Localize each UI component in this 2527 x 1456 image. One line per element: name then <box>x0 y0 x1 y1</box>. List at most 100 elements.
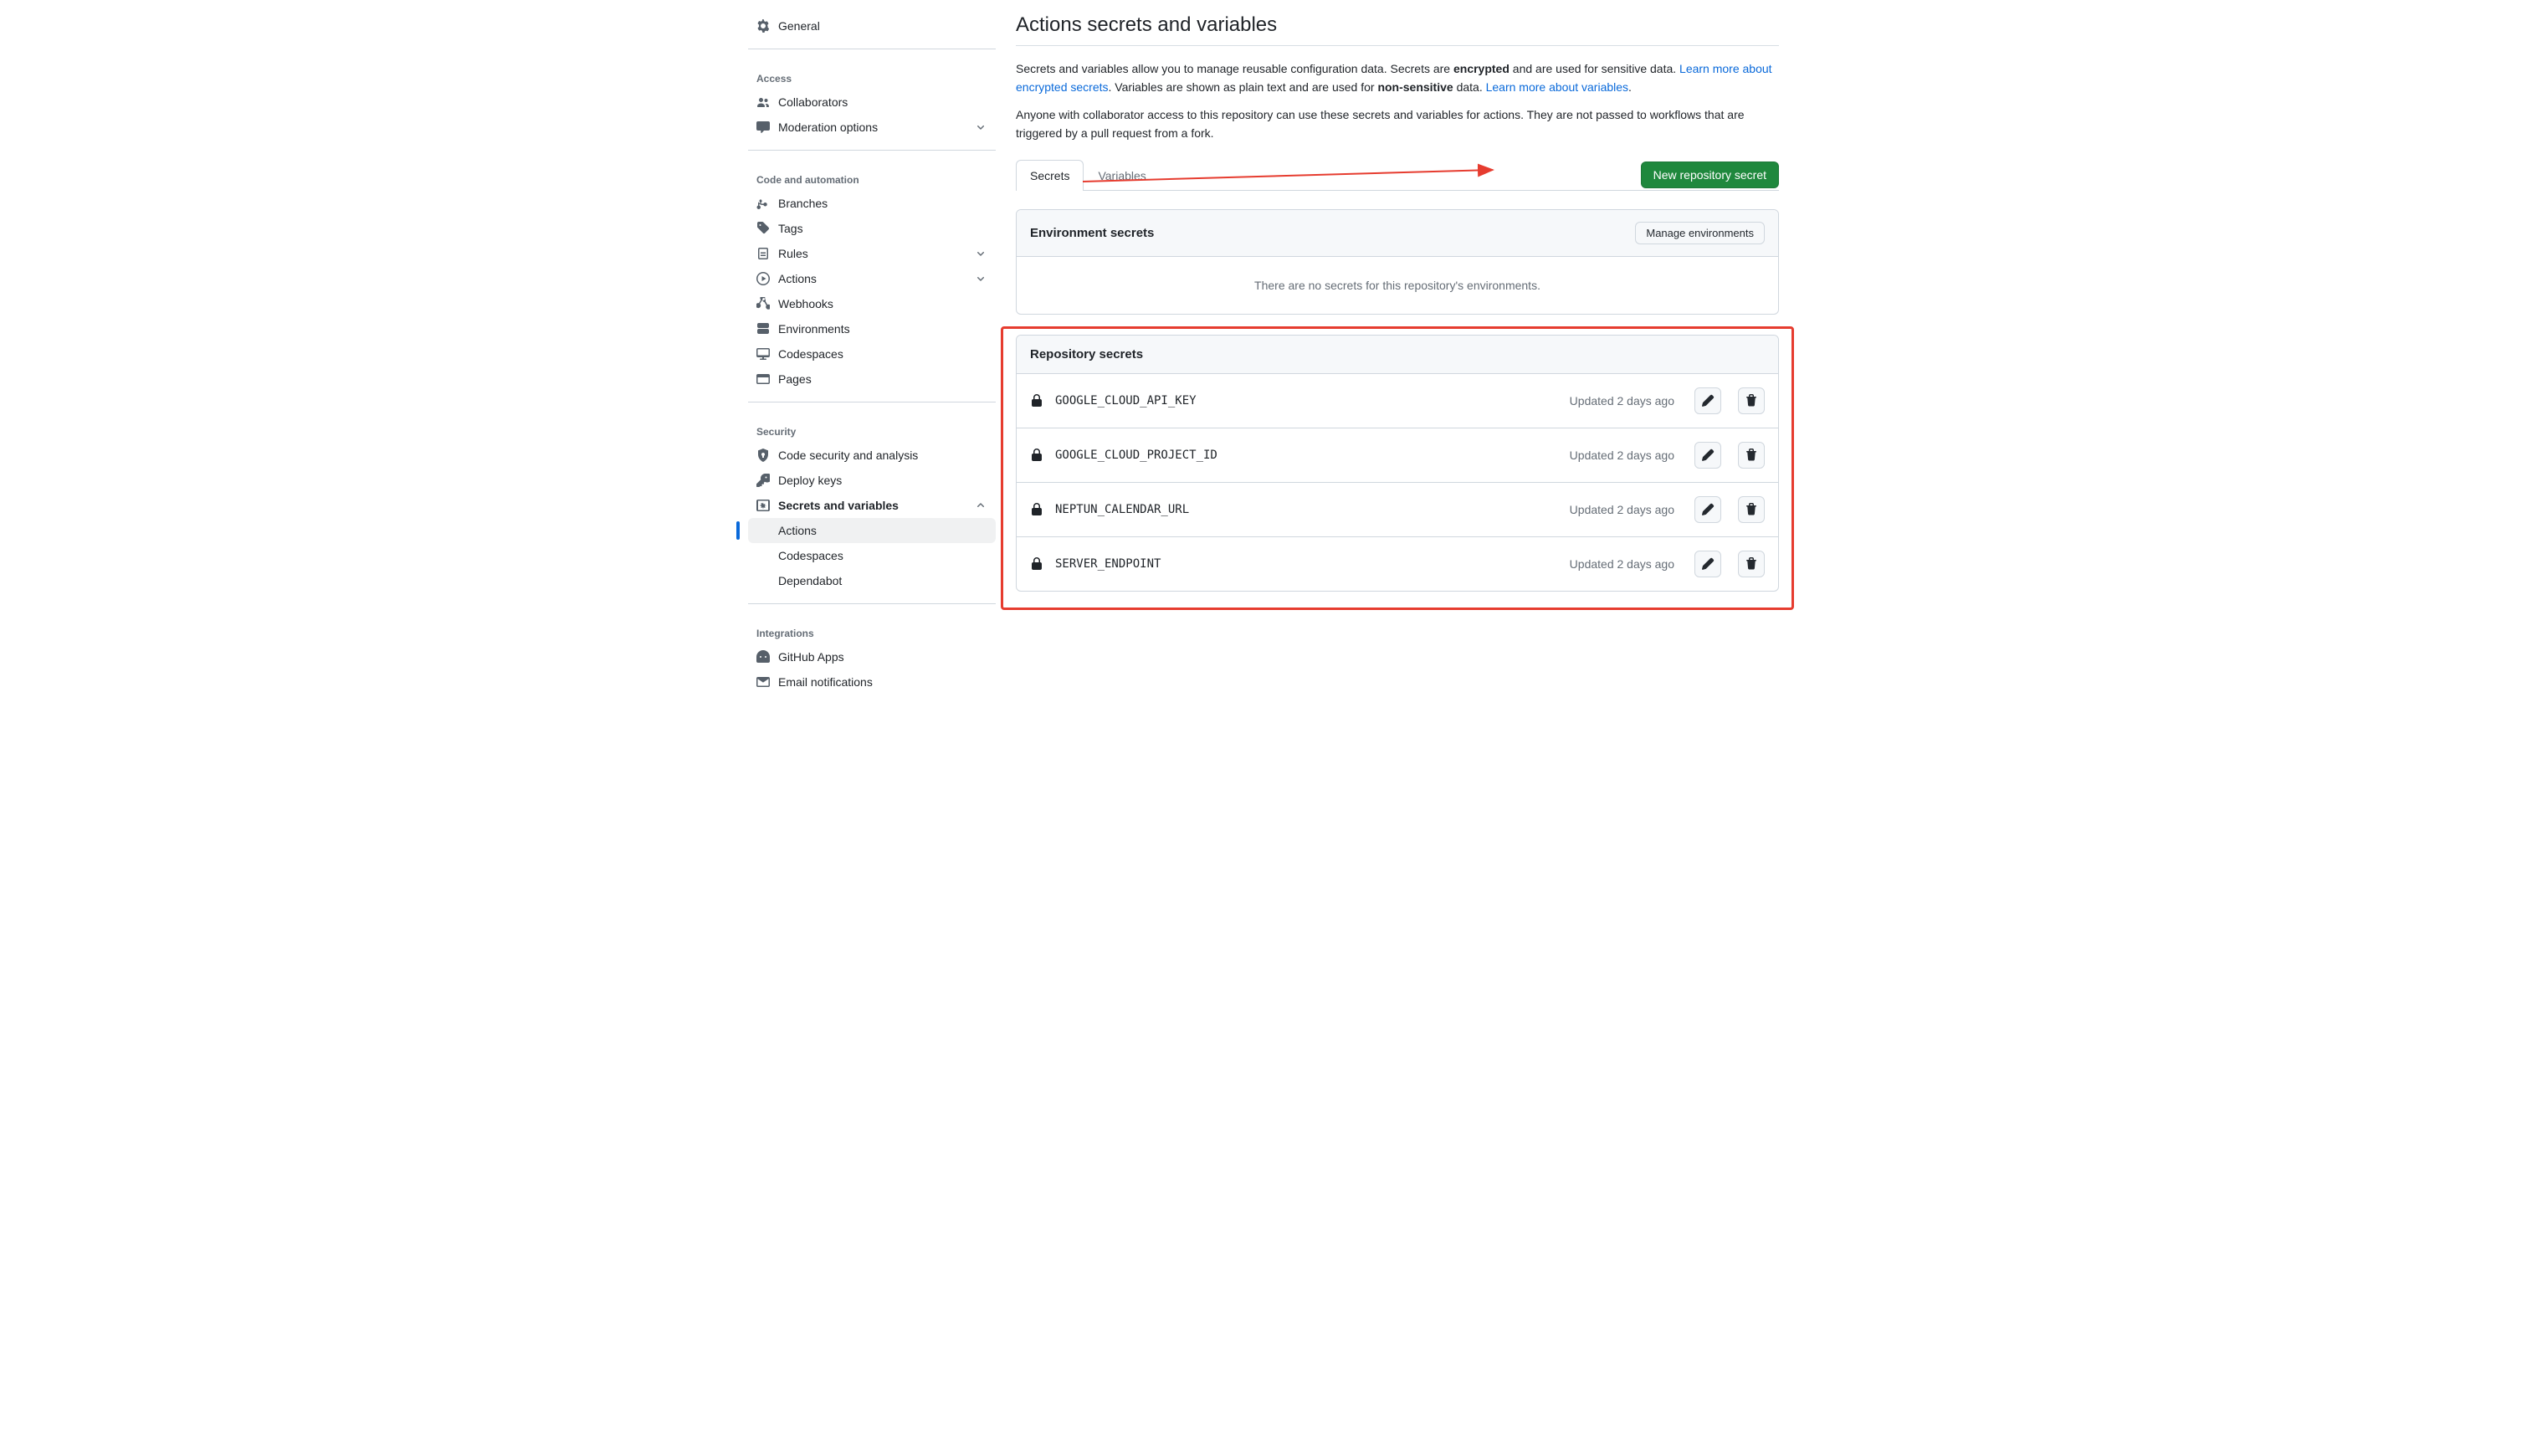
sidebar-group-title: Integrations <box>748 614 996 644</box>
sidebar-item-tags[interactable]: Tags <box>748 216 996 241</box>
edit-secret-button[interactable] <box>1694 496 1721 523</box>
panel-title: Environment secrets <box>1030 226 1154 240</box>
hubot-icon <box>756 650 770 664</box>
secret-updated: Updated 2 days ago <box>1570 503 1674 516</box>
browser-icon <box>756 372 770 386</box>
intro-text: . <box>1628 80 1632 94</box>
sidebar-item-environments[interactable]: Environments <box>748 316 996 341</box>
sidebar-group-title: Access <box>748 59 996 90</box>
sidebar-item-code-security[interactable]: Code security and analysis <box>748 443 996 468</box>
play-icon <box>756 272 770 285</box>
sidebar-subitem-actions[interactable]: Actions <box>748 518 996 543</box>
sidebar-item-label: Rules <box>778 247 808 260</box>
intro-paragraph-2: Anyone with collaborator access to this … <box>1016 105 1779 143</box>
delete-secret-button[interactable] <box>1738 387 1765 414</box>
intro-text: Secrets and variables allow you to manag… <box>1016 62 1453 75</box>
sidebar-subitem-dependabot[interactable]: Dependabot <box>748 568 996 593</box>
sidebar-item-label: Dependabot <box>778 574 842 587</box>
delete-secret-button[interactable] <box>1738 551 1765 577</box>
settings-sidebar: General Access Collaborators Moderation … <box>748 13 996 695</box>
intro-bold: non-sensitive <box>1377 80 1453 94</box>
lock-icon <box>1030 394 1043 408</box>
sidebar-item-label: General <box>778 19 820 33</box>
panel-header: Environment secrets Manage environments <box>1017 210 1778 257</box>
sidebar-subitem-codespaces[interactable]: Codespaces <box>748 543 996 568</box>
sidebar-item-deploy-keys[interactable]: Deploy keys <box>748 468 996 493</box>
secret-row: NEPTUN_CALENDAR_URL Updated 2 days ago <box>1017 482 1778 536</box>
sidebar-item-label: Code security and analysis <box>778 449 918 462</box>
sidebar-item-label: Branches <box>778 197 828 210</box>
delete-secret-button[interactable] <box>1738 442 1765 469</box>
main-content: Actions secrets and variables Secrets an… <box>1016 13 1779 695</box>
secret-name: NEPTUN_CALENDAR_URL <box>1055 503 1558 516</box>
sidebar-item-label: Deploy keys <box>778 474 842 487</box>
lock-icon <box>1030 557 1043 571</box>
lock-icon <box>1030 503 1043 516</box>
edit-secret-button[interactable] <box>1694 387 1721 414</box>
secret-updated: Updated 2 days ago <box>1570 557 1674 571</box>
chevron-down-icon <box>974 272 987 285</box>
learn-more-variables-link[interactable]: Learn more about variables <box>1486 80 1628 94</box>
secret-row: GOOGLE_CLOUD_PROJECT_ID Updated 2 days a… <box>1017 428 1778 482</box>
sidebar-item-label: Environments <box>778 322 850 336</box>
mail-icon <box>756 675 770 689</box>
branch-icon <box>756 197 770 210</box>
chevron-down-icon <box>974 247 987 260</box>
edit-secret-button[interactable] <box>1694 551 1721 577</box>
tab-variables[interactable]: Variables <box>1084 160 1160 191</box>
sidebar-item-label: Codespaces <box>778 549 843 562</box>
gear-icon <box>756 19 770 33</box>
rules-icon <box>756 247 770 260</box>
sidebar-item-codespaces[interactable]: Codespaces <box>748 341 996 367</box>
sidebar-item-github-apps[interactable]: GitHub Apps <box>748 644 996 669</box>
sidebar-item-label: Collaborators <box>778 95 848 109</box>
secret-name: GOOGLE_CLOUD_API_KEY <box>1055 394 1558 408</box>
sidebar-item-label: Actions <box>778 524 817 537</box>
secret-updated: Updated 2 days ago <box>1570 394 1674 408</box>
lock-icon <box>1030 449 1043 462</box>
key-icon <box>756 474 770 487</box>
divider <box>748 150 996 151</box>
sidebar-item-label: GitHub Apps <box>778 650 844 664</box>
sidebar-group-title: Security <box>748 413 996 443</box>
tab-secrets[interactable]: Secrets <box>1016 160 1084 191</box>
sidebar-group-title: Code and automation <box>748 161 996 191</box>
webhook-icon <box>756 297 770 310</box>
codespaces-icon <box>756 347 770 361</box>
tag-icon <box>756 222 770 235</box>
delete-secret-button[interactable] <box>1738 496 1765 523</box>
server-icon <box>756 322 770 336</box>
sidebar-item-webhooks[interactable]: Webhooks <box>748 291 996 316</box>
sidebar-item-moderation[interactable]: Moderation options <box>748 115 996 140</box>
sidebar-item-branches[interactable]: Branches <box>748 191 996 216</box>
shield-icon <box>756 449 770 462</box>
sidebar-item-label: Codespaces <box>778 347 843 361</box>
new-repository-secret-button[interactable]: New repository secret <box>1641 161 1779 188</box>
sidebar-item-secrets-and-variables[interactable]: Secrets and variables <box>748 493 996 518</box>
manage-environments-button[interactable]: Manage environments <box>1635 222 1765 244</box>
secret-row: SERVER_ENDPOINT Updated 2 days ago <box>1017 536 1778 591</box>
people-icon <box>756 95 770 109</box>
secret-name: SERVER_ENDPOINT <box>1055 557 1558 571</box>
divider <box>748 603 996 604</box>
sidebar-item-collaborators[interactable]: Collaborators <box>748 90 996 115</box>
environment-secrets-panel: Environment secrets Manage environments … <box>1016 209 1779 315</box>
sidebar-item-label: Webhooks <box>778 297 833 310</box>
intro-text: . Variables are shown as plain text and … <box>1109 80 1378 94</box>
page-title: Actions secrets and variables <box>1016 13 1779 46</box>
sidebar-item-pages[interactable]: Pages <box>748 367 996 392</box>
secret-name: GOOGLE_CLOUD_PROJECT_ID <box>1055 449 1558 462</box>
intro-text: data. <box>1453 80 1486 94</box>
sidebar-item-label: Secrets and variables <box>778 499 899 512</box>
sidebar-item-general[interactable]: General <box>748 13 996 38</box>
sidebar-item-label: Tags <box>778 222 803 235</box>
sidebar-item-label: Email notifications <box>778 675 873 689</box>
sidebar-item-actions[interactable]: Actions <box>748 266 996 291</box>
comment-icon <box>756 120 770 134</box>
sidebar-item-email-notifications[interactable]: Email notifications <box>748 669 996 695</box>
tabs-row: Secrets Variables New repository secret <box>1016 160 1779 191</box>
intro-bold: encrypted <box>1453 62 1510 75</box>
intro-paragraph-1: Secrets and variables allow you to manag… <box>1016 59 1779 97</box>
edit-secret-button[interactable] <box>1694 442 1721 469</box>
sidebar-item-rules[interactable]: Rules <box>748 241 996 266</box>
